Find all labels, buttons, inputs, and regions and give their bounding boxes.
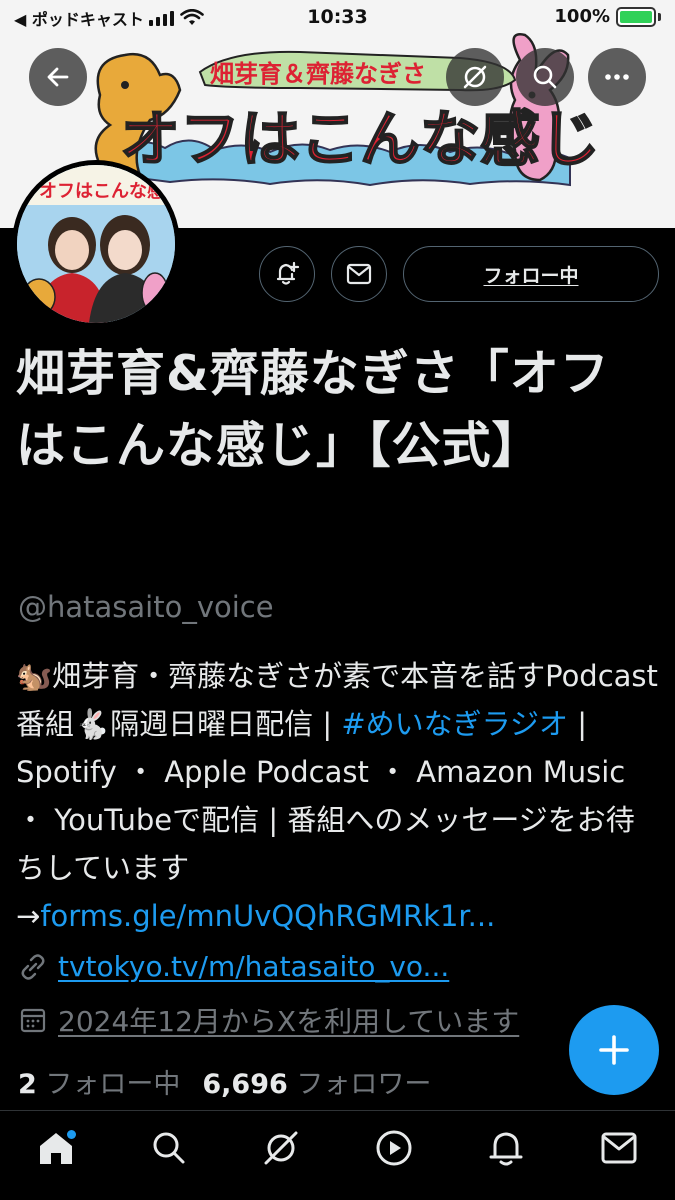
following-label: フォロー中: [45, 1069, 181, 1100]
following-button-label: フォロー中: [483, 264, 579, 287]
tab-notifications[interactable]: [476, 1118, 536, 1178]
display-name: 畑芽育&齊藤なぎさ「オフはこんな感じ」【公式】: [16, 345, 610, 474]
following-count: 2: [18, 1069, 37, 1100]
battery-percent: 100%: [554, 6, 610, 27]
grok-icon: [463, 65, 487, 89]
message-button[interactable]: [331, 246, 387, 302]
bottom-tab-bar: [0, 1110, 675, 1200]
plus-icon: [599, 1035, 629, 1065]
back-button[interactable]: [29, 48, 87, 106]
notifications-icon: [489, 1132, 523, 1165]
following-button[interactable]: フォロー中: [403, 246, 659, 302]
bio-form-link[interactable]: forms.gle/mnUvQQhRGMRk1r...: [40, 899, 495, 933]
search-button[interactable]: [516, 48, 574, 106]
home-unread-dot: [67, 1129, 77, 1139]
followers-count: 6,696: [202, 1069, 288, 1100]
link-icon: [21, 953, 45, 980]
profile-url-row: tvtokyo.tv/m/hatasaito_vo...: [18, 950, 449, 983]
followers-link[interactable]: 6,696 フォロワー: [202, 1062, 431, 1101]
grok-icon: [264, 1131, 298, 1164]
avatar-logo-text: オフはこんな感じ: [39, 180, 175, 202]
joined-date: 2024年12月からXを利用しています: [58, 1005, 520, 1038]
envelope-icon: [346, 263, 372, 285]
joined-row: 2024年12月からXを利用しています: [18, 1000, 519, 1040]
avatar[interactable]: オフはこんな感じ: [12, 160, 180, 328]
tab-home[interactable]: [26, 1118, 86, 1178]
search-icon: [533, 65, 557, 89]
tab-messages[interactable]: [589, 1118, 649, 1178]
bell-plus-icon: [276, 261, 300, 285]
more-icon: [605, 74, 629, 80]
battery-icon: [616, 6, 656, 27]
avatar-photo: オフはこんな感じ: [17, 165, 175, 323]
tab-grok[interactable]: [251, 1118, 311, 1178]
bio-hashtag-link[interactable]: #めいなぎラジオ: [341, 707, 568, 741]
followers-label: フォロワー: [296, 1069, 432, 1100]
calendar-icon: [20, 1008, 46, 1033]
banner-title-top: 畑芽育＆齊藤なぎさ: [210, 60, 426, 88]
arrow-left-icon: [47, 67, 69, 87]
profile-url-link[interactable]: tvtokyo.tv/m/hatasaito_vo...: [58, 950, 449, 983]
following-link[interactable]: 2 フォロー中: [18, 1062, 180, 1101]
search-icon: [153, 1132, 185, 1163]
tab-search[interactable]: [139, 1118, 199, 1178]
messages-icon: [601, 1132, 637, 1163]
bio: 🐿️畑芽育・齊藤なぎさが素で本音を話すPodcast番組🐇隔週日曜日配信 | #…: [16, 652, 661, 940]
notify-button[interactable]: [259, 246, 315, 302]
more-button[interactable]: [588, 48, 646, 106]
follow-stats: 2 フォロー中 6,696 フォロワー: [18, 1062, 431, 1101]
compose-post-button[interactable]: [569, 1005, 659, 1095]
banner-title-main: オフはこんな感じ: [120, 105, 600, 175]
play-icon: [376, 1130, 412, 1165]
grok-button[interactable]: [446, 48, 504, 106]
tab-media[interactable]: [364, 1118, 424, 1178]
handle: @hatasaito_voice: [18, 590, 274, 624]
status-bar: ◀ ポッドキャスト 10:33 100%: [0, 0, 675, 38]
